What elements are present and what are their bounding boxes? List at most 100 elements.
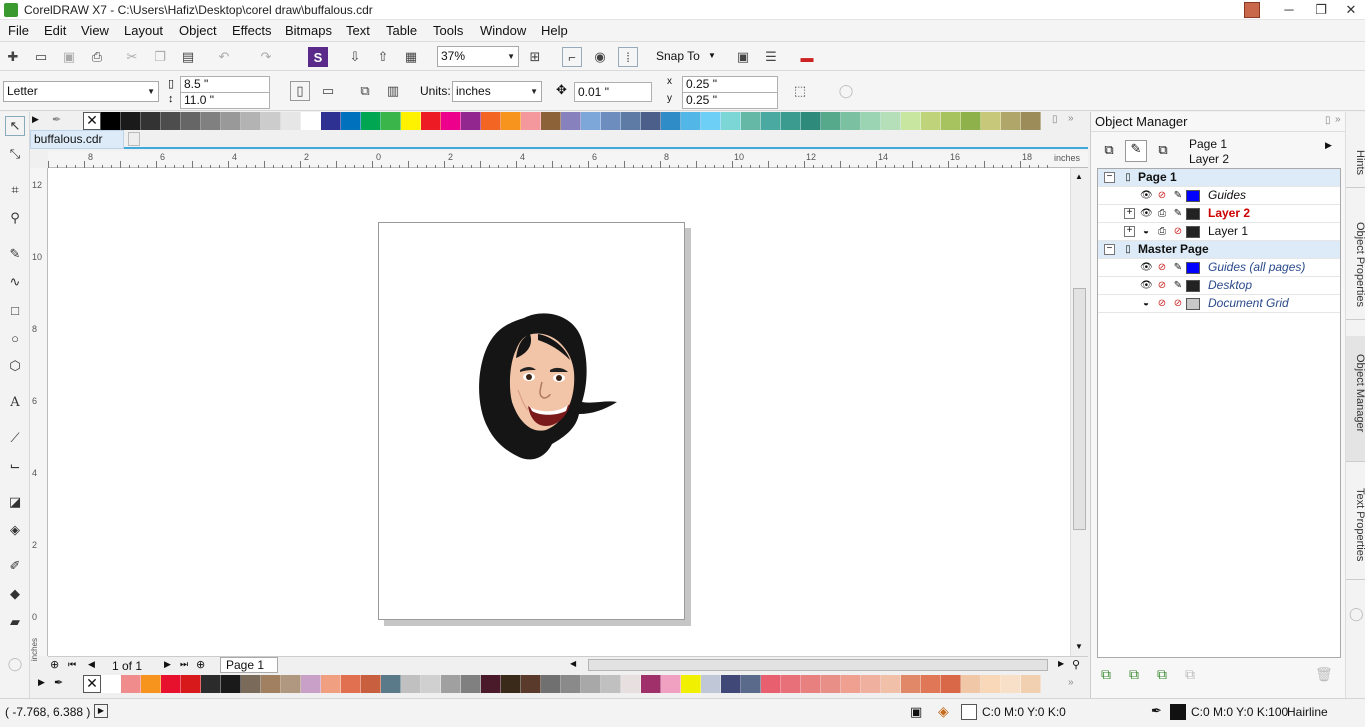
color-swatch[interactable] bbox=[101, 675, 121, 693]
tree-layer-row[interactable]: + 👁 ⎙ ✎ Layer 2 bbox=[1098, 205, 1340, 223]
freehand-tool-icon[interactable]: ✎ bbox=[5, 244, 25, 264]
layer-color-swatch[interactable] bbox=[1186, 298, 1200, 310]
menu-view[interactable]: View bbox=[81, 23, 109, 38]
color-swatch[interactable] bbox=[681, 112, 701, 130]
color-swatch[interactable] bbox=[421, 675, 441, 693]
color-swatch[interactable] bbox=[761, 675, 781, 693]
horizontal-scroll-thumb[interactable] bbox=[588, 659, 1048, 671]
treat-as-filled-icon[interactable]: ⬚ bbox=[790, 81, 810, 101]
color-swatch[interactable] bbox=[381, 675, 401, 693]
layer-color-swatch[interactable] bbox=[1186, 280, 1200, 292]
scroll-up-icon[interactable]: ▲ bbox=[1075, 172, 1083, 181]
show-rulers-icon[interactable]: ⌐ bbox=[562, 47, 582, 67]
new-master-layer-all-icon[interactable]: ⧉ bbox=[1157, 666, 1167, 683]
rectangle-tool-icon[interactable]: □ bbox=[5, 300, 25, 320]
color-swatch[interactable] bbox=[801, 675, 821, 693]
fill-color-swatch[interactable] bbox=[961, 704, 977, 720]
color-swatch[interactable] bbox=[541, 675, 561, 693]
pencil-icon[interactable]: ✎ bbox=[1172, 208, 1184, 220]
color-swatch[interactable] bbox=[1001, 675, 1021, 693]
color-swatch[interactable] bbox=[101, 112, 121, 130]
pick-tool-icon[interactable]: ↖ bbox=[5, 116, 25, 136]
color-swatch[interactable] bbox=[661, 675, 681, 693]
color-swatch[interactable] bbox=[941, 112, 961, 130]
color-swatch[interactable] bbox=[601, 112, 621, 130]
eye-icon[interactable]: 👁 bbox=[1140, 280, 1153, 292]
document-page[interactable] bbox=[378, 222, 685, 620]
open-folder-icon[interactable]: ▭ bbox=[31, 47, 51, 67]
color-swatch[interactable] bbox=[901, 112, 921, 130]
color-swatch[interactable] bbox=[481, 112, 501, 130]
color-swatch[interactable] bbox=[541, 112, 561, 130]
save-icon[interactable]: ▣ bbox=[59, 47, 79, 67]
color-swatch[interactable] bbox=[161, 112, 181, 130]
coordinates-menu-icon[interactable]: ▶ bbox=[94, 704, 108, 718]
color-swatch[interactable] bbox=[341, 675, 361, 693]
new-master-layer-icon[interactable]: ⧉ bbox=[1129, 666, 1139, 683]
color-swatch[interactable] bbox=[601, 675, 621, 693]
new-layer-icon[interactable]: ⧉ bbox=[1101, 666, 1111, 683]
color-swatch[interactable] bbox=[221, 675, 241, 693]
eye-icon[interactable]: ◒ bbox=[1140, 226, 1152, 238]
color-swatch[interactable] bbox=[361, 675, 381, 693]
color-swatch[interactable] bbox=[201, 675, 221, 693]
color-swatch[interactable] bbox=[381, 112, 401, 130]
color-swatch[interactable] bbox=[701, 112, 721, 130]
eyedropper-tool-icon[interactable]: ✐ bbox=[5, 556, 25, 576]
scroll-right-icon[interactable]: ▶ bbox=[1058, 659, 1064, 668]
color-swatch[interactable] bbox=[841, 112, 861, 130]
color-swatch[interactable] bbox=[641, 675, 661, 693]
drawing-canvas[interactable] bbox=[48, 168, 1070, 656]
color-swatch[interactable] bbox=[121, 675, 141, 693]
color-swatch[interactable] bbox=[621, 112, 641, 130]
no-fill-swatch[interactable]: ✕ bbox=[83, 112, 101, 130]
polygon-tool-icon[interactable]: ⬡ bbox=[5, 356, 25, 376]
add-page-before-icon[interactable]: ⊕ bbox=[50, 658, 59, 671]
color-swatch[interactable] bbox=[701, 675, 721, 693]
color-swatch[interactable] bbox=[501, 675, 521, 693]
printer-icon[interactable]: ⎙ bbox=[1156, 208, 1168, 220]
dock-options-icon[interactable]: ◯ bbox=[1349, 606, 1364, 622]
color-swatch[interactable] bbox=[721, 112, 741, 130]
units-combo[interactable]: inches ▼ bbox=[452, 81, 542, 102]
menu-file[interactable]: File bbox=[8, 23, 29, 38]
tree-layer-row[interactable]: 👁 ⊘ ✎ Desktop bbox=[1098, 277, 1340, 295]
color-swatch[interactable] bbox=[961, 112, 981, 130]
zoom-tool-icon[interactable]: ⚲ bbox=[5, 208, 25, 228]
new-master-layer-odd-icon[interactable]: ⧉ bbox=[1185, 666, 1195, 683]
color-swatch[interactable] bbox=[821, 675, 841, 693]
corel-connect-icon[interactable]: S bbox=[308, 47, 328, 67]
menu-object[interactable]: Object bbox=[179, 23, 217, 38]
color-swatch[interactable] bbox=[981, 112, 1001, 130]
import-icon[interactable]: ⇩ bbox=[345, 47, 365, 67]
color-proof-icon[interactable]: ▣ bbox=[910, 704, 922, 720]
vertical-scroll-thumb[interactable] bbox=[1073, 288, 1086, 530]
previous-page-icon[interactable]: ◀ bbox=[88, 659, 95, 670]
dock-tab-object-manager[interactable]: Object Manager bbox=[1346, 336, 1365, 462]
drop-shadow-tool-icon[interactable]: ◪ bbox=[5, 492, 25, 512]
delete-layer-icon[interactable]: 🗑 bbox=[1315, 666, 1333, 683]
color-swatch[interactable] bbox=[261, 675, 281, 693]
layer-color-swatch[interactable] bbox=[1186, 226, 1200, 238]
menu-edit[interactable]: Edit bbox=[44, 23, 66, 38]
color-swatch[interactable] bbox=[441, 112, 461, 130]
menu-window[interactable]: Window bbox=[480, 23, 526, 38]
color-swatch[interactable] bbox=[1021, 675, 1041, 693]
pencil-icon[interactable]: ✎ bbox=[1172, 280, 1184, 292]
color-swatch[interactable] bbox=[241, 112, 261, 130]
collapse-icon[interactable]: − bbox=[1104, 244, 1115, 255]
color-swatch[interactable] bbox=[401, 675, 421, 693]
ellipse-tool-icon[interactable]: ○ bbox=[5, 328, 25, 348]
docker-menu-icon[interactable]: ▶ bbox=[1325, 140, 1332, 151]
palette-expand-icon[interactable]: » bbox=[1068, 113, 1074, 124]
tree-master-page-row[interactable]: − ▯ Master Page bbox=[1098, 241, 1340, 259]
vertical-ruler[interactable]: 12 10 8 6 4 2 0 inches bbox=[30, 168, 48, 661]
color-swatch[interactable] bbox=[161, 675, 181, 693]
all-pages-icon[interactable]: ⧉ bbox=[355, 81, 375, 101]
color-swatch[interactable] bbox=[461, 675, 481, 693]
color-swatch[interactable] bbox=[301, 675, 321, 693]
color-swatch[interactable] bbox=[721, 675, 741, 693]
color-swatch[interactable] bbox=[281, 675, 301, 693]
color-swatch[interactable] bbox=[861, 675, 881, 693]
color-swatch[interactable] bbox=[281, 112, 301, 130]
